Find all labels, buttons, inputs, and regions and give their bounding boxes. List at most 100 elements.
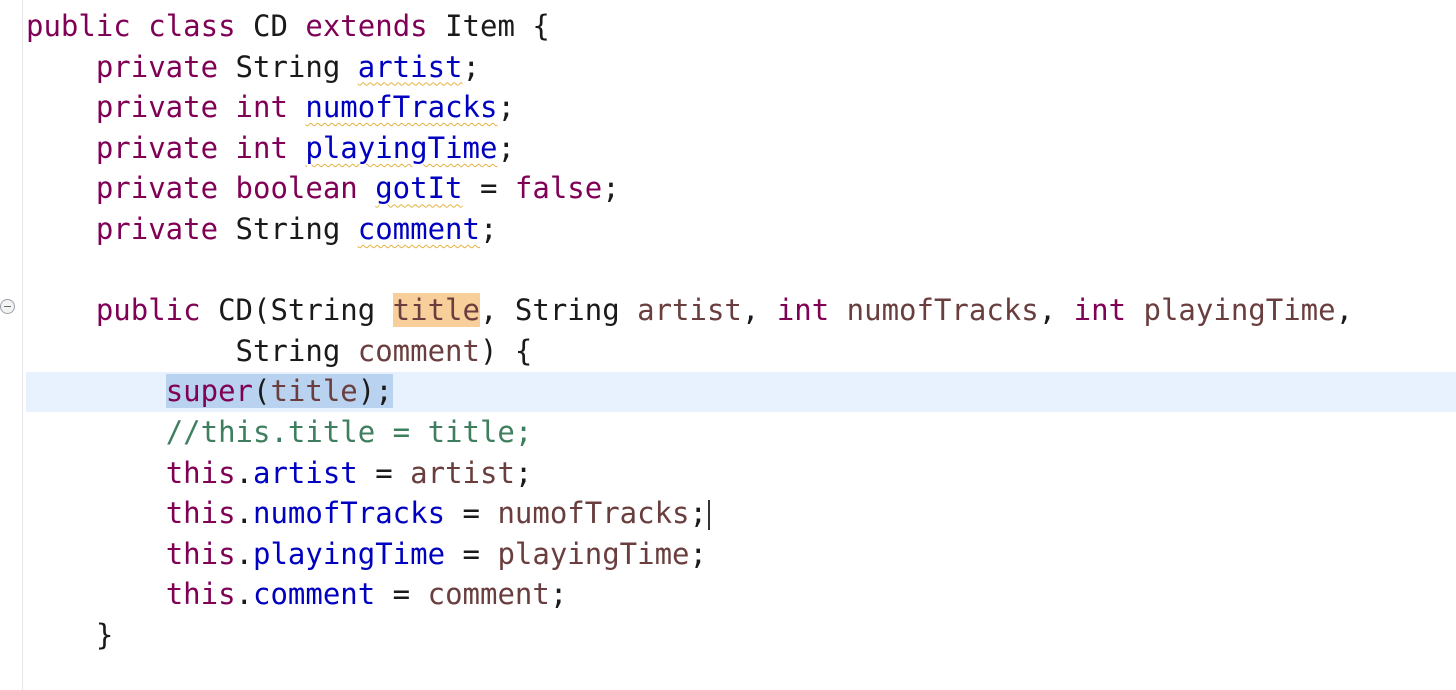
code-token: comment xyxy=(357,333,480,368)
code-token: ; xyxy=(462,49,480,84)
code-line[interactable]: this.artist = artist; xyxy=(26,453,533,493)
code-token: this xyxy=(165,536,236,571)
code-line[interactable]: public class CD extends Item { xyxy=(26,6,550,46)
code-token: boolean xyxy=(235,171,358,206)
code-token: , String xyxy=(479,293,638,328)
code-token: playingTime xyxy=(305,130,498,165)
code-token: ; xyxy=(549,577,568,612)
code-token: this xyxy=(165,577,236,612)
code-token: ; xyxy=(514,455,533,490)
code-token: public xyxy=(26,9,131,43)
code-token: title xyxy=(392,293,480,328)
code-token: //this.title = title; xyxy=(165,415,533,449)
fold-collapse-icon[interactable] xyxy=(0,299,15,314)
code-token: gotIt xyxy=(375,171,463,206)
code-line[interactable]: super(title); xyxy=(26,371,393,411)
text-caret xyxy=(707,500,710,531)
code-token: , xyxy=(741,293,777,328)
code-token: . xyxy=(235,496,253,531)
code-token: private xyxy=(95,90,219,125)
code-token: . xyxy=(235,455,253,490)
code-token: = xyxy=(375,577,428,612)
code-line[interactable]: public CD(String title, String artist, i… xyxy=(26,290,1353,330)
code-token: ); xyxy=(357,374,393,409)
code-token: = xyxy=(357,455,411,490)
code-token: , xyxy=(1335,293,1354,328)
code-token: comment xyxy=(253,577,376,612)
code-line[interactable]: private int numofTracks; xyxy=(26,87,515,127)
code-line[interactable]: this.playingTime = playingTime; xyxy=(26,534,707,574)
code-token: int xyxy=(235,90,288,125)
code-token: CD(String xyxy=(200,293,393,328)
code-token: numofTracks xyxy=(305,90,498,125)
code-token: String xyxy=(218,49,358,84)
editor-gutter xyxy=(0,0,23,690)
code-line[interactable]: this.comment = comment; xyxy=(26,574,568,614)
code-token: String xyxy=(218,212,358,246)
code-token: this xyxy=(165,496,236,531)
code-token: Item { xyxy=(427,9,550,43)
code-token: , xyxy=(1038,293,1074,328)
code-token: ; xyxy=(689,536,707,571)
code-token: . xyxy=(235,536,253,571)
code-token: playingTime xyxy=(1143,293,1336,328)
code-token: int xyxy=(1073,293,1127,328)
code-token: String xyxy=(235,333,358,368)
code-token: ) { xyxy=(479,333,533,368)
code-token: comment xyxy=(357,212,480,246)
code-token: = xyxy=(445,536,498,571)
code-line[interactable]: private String comment; xyxy=(26,209,498,249)
code-token: artist xyxy=(637,293,742,328)
code-line[interactable]: private boolean gotIt = false; xyxy=(26,168,620,208)
code-token: ; xyxy=(497,130,515,165)
code-token: } xyxy=(95,618,114,652)
code-token: title xyxy=(270,374,358,409)
code-token: ; xyxy=(689,496,707,531)
code-token: artist xyxy=(410,455,515,490)
code-token: numofTracks xyxy=(497,496,690,531)
code-token: int xyxy=(235,130,288,165)
code-token: int xyxy=(776,293,830,328)
code-line[interactable]: } xyxy=(26,615,113,655)
code-token: comment xyxy=(427,577,550,612)
code-token: false xyxy=(514,171,603,206)
code-token: artist xyxy=(253,455,358,490)
code-token: = xyxy=(445,496,498,531)
code-token: extends xyxy=(305,9,428,43)
code-token: private xyxy=(95,212,219,246)
code-line[interactable]: //this.title = title; xyxy=(26,412,533,452)
code-token: this xyxy=(165,455,236,490)
code-token: numofTracks xyxy=(253,496,446,531)
code-token: public xyxy=(95,293,201,328)
code-line[interactable]: String comment) { xyxy=(26,331,533,371)
code-line[interactable]: private String artist; xyxy=(26,47,480,87)
code-token: ; xyxy=(479,212,498,246)
code-token: ; xyxy=(602,171,620,206)
code-token: playingTime xyxy=(497,536,690,571)
code-token: ( xyxy=(253,374,271,409)
code-editor[interactable]: public class CD extends Item { private S… xyxy=(0,0,1456,690)
code-line[interactable]: this.numofTracks = numofTracks; xyxy=(26,493,710,533)
code-token: private xyxy=(95,49,219,84)
code-token: artist xyxy=(357,49,463,84)
code-line[interactable]: private int playingTime; xyxy=(26,128,515,168)
code-token: class xyxy=(148,9,236,43)
